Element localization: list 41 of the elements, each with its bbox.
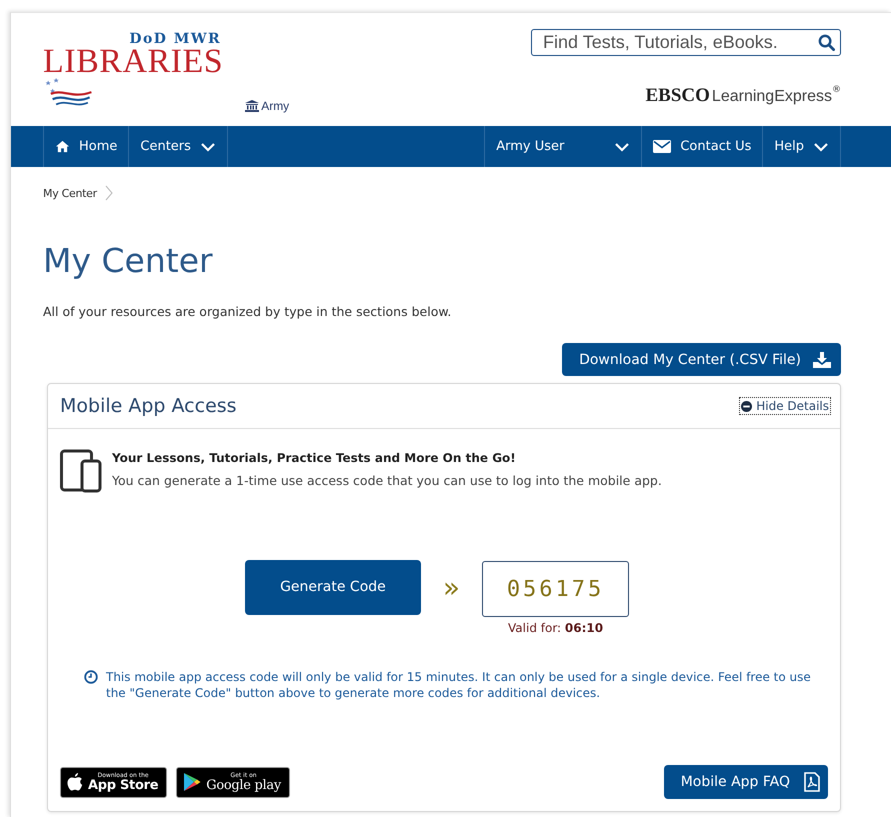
minus-circle-icon <box>741 400 752 412</box>
hide-details-link[interactable]: Hide Details <box>739 397 831 415</box>
search-field[interactable]: Find Tests, Tutorials, eBooks. <box>531 29 841 56</box>
vendor-brand: EBSCO <box>646 85 710 107</box>
play-icon <box>183 772 202 792</box>
branch-label: Army <box>261 99 290 113</box>
notice-text: This mobile app access code will only be valid for 15 minutes. It can only be used for a single device. Feel free to use the "Generate Code" button above to generate more codes for additional devices. <box>106 669 812 701</box>
apple-icon <box>67 772 83 792</box>
panel-heading: Your Lessons, Tutorials, Practice Tests and More On the Go! <box>112 451 517 465</box>
generate-code-button[interactable]: Generate Code <box>244 560 421 614</box>
building-icon <box>245 100 260 112</box>
mail-icon <box>653 140 672 153</box>
nav-item[interactable]: Army User <box>484 126 642 167</box>
arrow-glyph: » <box>442 570 460 604</box>
download-button[interactable]: Download My Center (.CSV File) <box>562 343 841 376</box>
chevron-right-icon <box>104 185 113 201</box>
home-icon <box>55 140 70 153</box>
vendor-product: LearningExpress <box>712 88 832 106</box>
search-icon <box>818 34 835 51</box>
pdf-icon <box>804 772 820 792</box>
breadcrumb-link[interactable]: My Center <box>43 186 97 200</box>
registered-mark: ® <box>832 85 841 95</box>
faq-button[interactable]: Mobile App FAQ <box>664 765 828 799</box>
intro-text: All of your resources are organized by type in the sections below. <box>43 304 452 319</box>
logo-subtitle: DoD MWR <box>129 31 222 47</box>
logo-title: LIBRARIES <box>43 47 224 77</box>
nav-item[interactable]: Home <box>43 126 128 167</box>
page-title: My Center <box>43 241 214 280</box>
panel-title: Mobile App Access <box>60 395 237 417</box>
access-code: 056175 <box>482 561 630 617</box>
nav-item[interactable]: Help <box>762 126 841 167</box>
chevron-down-icon <box>813 142 829 152</box>
panel-description: You can generate a 1-time use access code that you can use to log into the mobile app. <box>112 473 662 488</box>
nav-item[interactable]: Contact Us <box>641 126 762 167</box>
clock-icon <box>84 670 98 684</box>
valid-time-text: Valid for: 06:10 <box>508 621 604 635</box>
chevron-down-icon <box>200 142 216 152</box>
nav-item[interactable]: Centers <box>128 126 228 167</box>
devices-icon <box>60 449 102 493</box>
download-icon <box>813 352 831 368</box>
chevron-down-icon <box>614 142 630 152</box>
